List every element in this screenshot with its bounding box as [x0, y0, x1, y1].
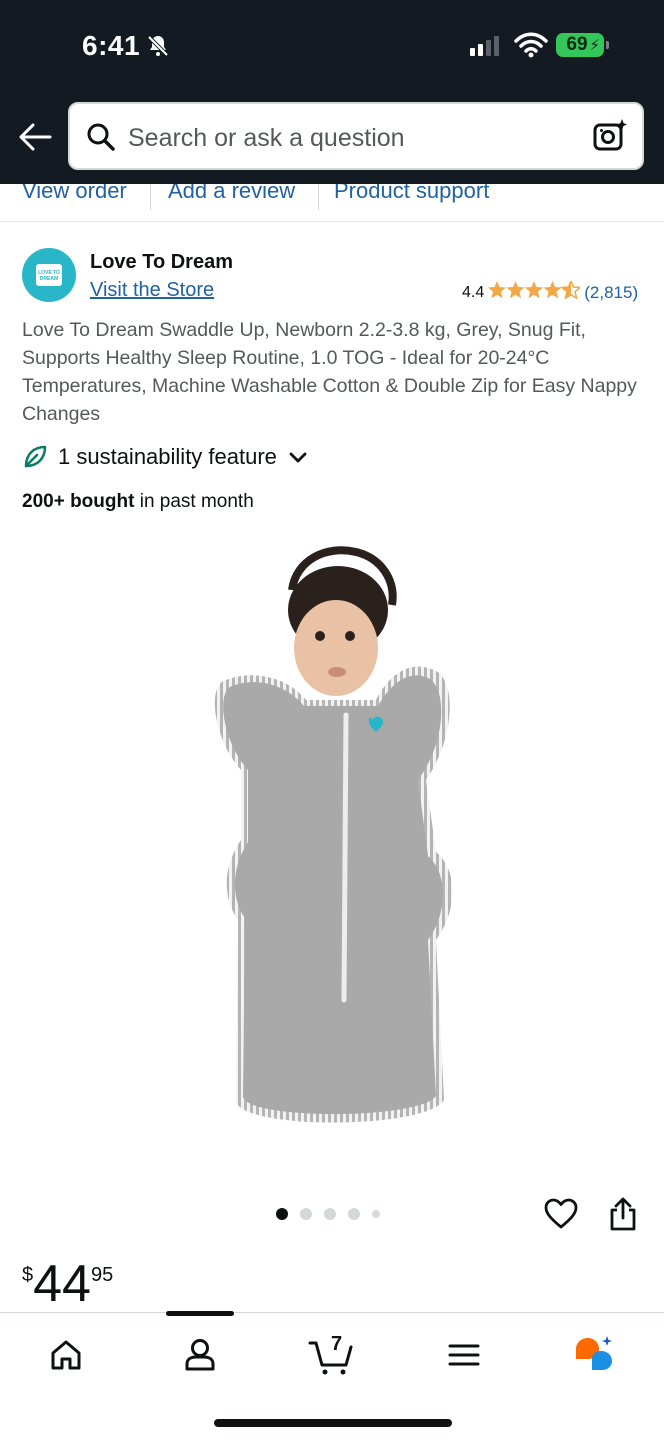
battery-indicator: 69 ⚡: [556, 33, 609, 57]
carousel-dot[interactable]: [348, 1208, 360, 1220]
sustainability-toggle[interactable]: 1 sustainability feature: [22, 444, 309, 470]
home-indicator: [214, 1419, 452, 1427]
search-icon: [87, 123, 115, 151]
rufus-icon[interactable]: [574, 1335, 614, 1375]
menu-icon[interactable]: [444, 1335, 484, 1375]
top-header: 6:41 69 ⚡ Search or ask a question: [0, 0, 664, 184]
visit-store-link[interactable]: Visit the Store: [90, 279, 214, 302]
rating-count[interactable]: (2,815): [584, 283, 638, 303]
product-support-link[interactable]: Product support: [334, 184, 489, 204]
sustainability-label: 1 sustainability feature: [58, 444, 277, 469]
price-currency: $: [22, 1264, 34, 1286]
add-review-link[interactable]: Add a review: [168, 184, 295, 204]
carousel-dot[interactable]: [276, 1208, 288, 1220]
search-bar[interactable]: Search or ask a question: [68, 102, 644, 170]
bought-count: 200+ bought in past month: [22, 491, 254, 513]
brand-name: Love To Dream: [90, 251, 233, 273]
account-icon[interactable]: [180, 1335, 220, 1375]
status-time: 6:41: [82, 30, 141, 61]
home-icon[interactable]: [46, 1335, 86, 1375]
wifi-icon: [514, 32, 548, 58]
carousel-dot[interactable]: [324, 1208, 336, 1220]
bell-muted-icon: [147, 35, 169, 57]
share-icon[interactable]: [608, 1196, 638, 1232]
chevron-down-icon: [289, 452, 307, 463]
carousel-dot[interactable]: [300, 1208, 312, 1220]
search-input[interactable]: Search or ask a question: [128, 124, 405, 153]
rating-value: 4.4: [462, 284, 485, 301]
heart-icon[interactable]: [544, 1198, 578, 1230]
divider: [150, 184, 151, 210]
product-image[interactable]: [196, 540, 476, 1150]
charging-icon: ⚡: [589, 37, 600, 54]
order-subnav: View order Add a review Product support: [0, 184, 664, 222]
brand-logo-mark: LOVE TO DREAM: [36, 264, 62, 286]
bottom-nav: 7: [0, 1311, 664, 1440]
bought-count-bold: 200+ bought: [22, 491, 135, 512]
signal-icon: [470, 36, 499, 56]
active-tab-indicator: [166, 1311, 234, 1316]
cart-button[interactable]: 7: [308, 1333, 356, 1377]
rating-summary[interactable]: 4.4 (2,815): [462, 279, 638, 305]
carousel-dot[interactable]: [372, 1210, 380, 1218]
leaf-icon: [24, 445, 47, 468]
cart-count: 7: [331, 1333, 343, 1355]
camera-lens-icon[interactable]: [592, 118, 628, 154]
battery-level: 69: [566, 34, 588, 55]
star-rating-icon: [488, 279, 583, 305]
divider: [318, 184, 319, 210]
price: $ 44 95: [22, 1258, 113, 1310]
price-whole: 44: [33, 1255, 91, 1313]
price-fraction: 95: [90, 1264, 114, 1286]
brand-logo[interactable]: LOVE TO DREAM: [22, 248, 76, 302]
image-carousel-dots[interactable]: [276, 1208, 380, 1220]
bought-count-suffix: in past month: [134, 491, 254, 512]
back-arrow-icon[interactable]: [18, 122, 52, 152]
product-title: Love To Dream Swaddle Up, Newborn 2.2-3.…: [22, 319, 637, 425]
view-order-link[interactable]: View order: [22, 184, 127, 204]
